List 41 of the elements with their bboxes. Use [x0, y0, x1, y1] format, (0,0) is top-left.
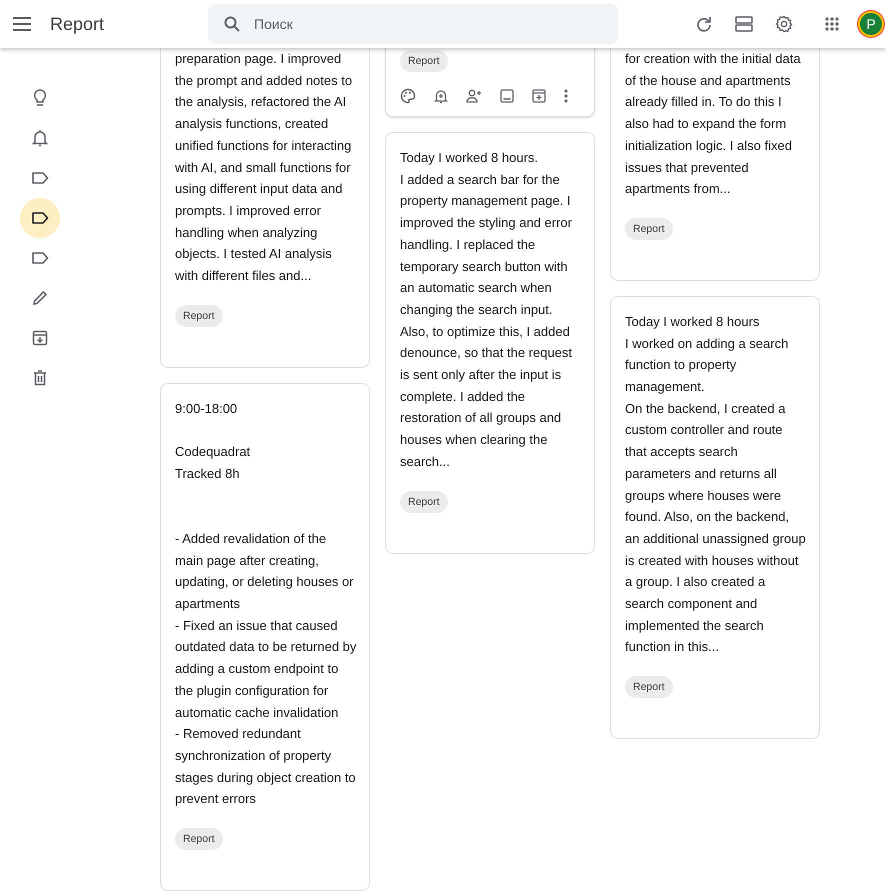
- search-field[interactable]: Поиск: [208, 4, 618, 44]
- bell-plus-icon[interactable]: [434, 88, 448, 104]
- note-text: preparation page. I improved the prompt and added notes to the analysis, refactored the AI analysis functions, created unified functions for interacting with AI, and small functions for using different input data and prompts. I improved error handling when analyzing objects. I tested AI analysis with different files and...: [175, 50, 354, 286]
- label-chip[interactable]: Report: [625, 218, 673, 240]
- archive-icon[interactable]: [532, 89, 546, 103]
- lightbulb-icon: [32, 89, 48, 107]
- note-card[interactable]: [610, 48, 820, 281]
- note-card[interactable]: [160, 382, 370, 892]
- add-person-icon[interactable]: [466, 88, 482, 104]
- refresh-icon: [696, 16, 712, 32]
- label-icon: [31, 211, 49, 225]
- note-text: Today I worked 8 hours I worked on adding a search function to property management. On the backend, I created a custom controller and route that accepts search parameters and returns all groups where houses were found. Also, on the backend, an additional unassigned group is created with houses without a group. I also created a search component and implemented the search function in this...: [625, 312, 807, 656]
- label-chip[interactable]: Report: [400, 490, 448, 513]
- settings-icon: [775, 15, 793, 33]
- label-icon: [31, 171, 49, 185]
- label-chip[interactable]: Report: [175, 828, 223, 850]
- label-chip[interactable]: Report: [175, 304, 223, 327]
- palette-icon[interactable]: [400, 88, 416, 104]
- note-text: 9:00-18:00 Codequadrat Tracked 8h - Added revalidation of the main page after creating, updating, or deleting houses or apartments - Fixed an issue that caused outdated data to be returned by adding a custom endpoint to the plugin configuration for automatic cache invalidation - Removed redundant synchronization of property stages during object creation to prevent errors: [175, 400, 357, 808]
- search-icon: [224, 16, 240, 32]
- note-card[interactable]: [385, 132, 595, 554]
- note-text: for creation with the initial data of the house and apartments already filled in. To do this I also had to expand the form initialization logic. I also fixed issues that prevented apartments from...: [625, 50, 802, 198]
- page-title: Report: [50, 14, 106, 34]
- trash-icon: [33, 370, 47, 386]
- more-icon[interactable]: [564, 89, 568, 103]
- pencil-icon: [32, 290, 48, 306]
- note-card[interactable]: [610, 296, 820, 740]
- menu-icon: [13, 17, 31, 31]
- image-icon[interactable]: [500, 89, 514, 103]
- archive-icon: [32, 330, 48, 346]
- note-card[interactable]: [160, 48, 370, 368]
- label-chip[interactable]: Report: [625, 676, 673, 698]
- note-text: Today I worked 8 hours. I added a search bar for the property management page. I improved the styling and error handling. I replaced the temporary search button with an automatic search when changing the search input. Also, to optimize this, I added denounce, so that the request is sent only after the input is complete. I added the restoration of all groups and houses when clearing the search...: [400, 149, 574, 471]
- note-card[interactable]: Report: [385, 48, 595, 117]
- sidebar-label-button[interactable]: [20, 198, 60, 238]
- list-view-icon: [735, 15, 753, 33]
- label-chip[interactable]: Report: [400, 50, 448, 72]
- label-icon: [31, 251, 49, 265]
- bell-icon: [32, 129, 48, 147]
- account-avatar[interactable]: P: [858, 11, 884, 37]
- apps-grid-icon: [825, 17, 839, 31]
